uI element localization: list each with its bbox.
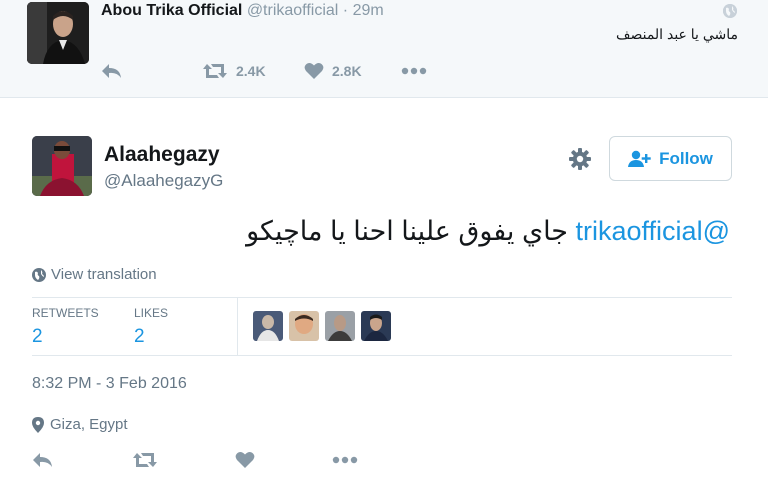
retweets-stat[interactable]: RETWEETS 2 xyxy=(32,306,99,348)
like-count: 2.8K xyxy=(332,63,362,79)
more-icon xyxy=(401,67,427,75)
more-button[interactable] xyxy=(401,60,427,82)
parent-tweet-text: ماشي يا عبد المنصف xyxy=(615,26,738,42)
view-translation-link[interactable]: View translation xyxy=(32,266,157,283)
author-handle[interactable]: @AlaahegazyG xyxy=(104,171,223,191)
retweets-value: 2 xyxy=(32,326,43,347)
liker-avatar[interactable] xyxy=(253,311,283,341)
liker-avatar[interactable] xyxy=(361,311,391,341)
retweet-button[interactable]: 2.4K xyxy=(202,60,266,82)
retweet-button[interactable] xyxy=(132,449,158,471)
like-button[interactable] xyxy=(235,449,255,471)
parent-author-handle[interactable]: @trikaofficial xyxy=(247,2,339,19)
gear-icon[interactable] xyxy=(568,147,592,171)
mention-link[interactable]: @trikaofficial xyxy=(576,216,730,246)
author-avatar[interactable] xyxy=(32,136,92,196)
author-name[interactable]: Alaahegazy xyxy=(104,143,220,167)
stats-divider-vertical xyxy=(237,297,238,355)
likes-stat[interactable]: LIKES 2 xyxy=(134,306,168,348)
view-translation-label: View translation xyxy=(51,266,157,283)
location-label: Giza, Egypt xyxy=(50,416,128,433)
reply-button[interactable] xyxy=(101,60,123,82)
parent-tweet-actions: 2.4K 2.8K xyxy=(101,60,481,82)
parent-tweet-time[interactable]: 29m xyxy=(353,2,384,19)
tweet-body: جاي يفوق علينا احنا يا ماچيكو xyxy=(246,216,568,246)
likers-avatars xyxy=(253,311,391,341)
like-button[interactable]: 2.8K xyxy=(304,60,362,82)
follow-button[interactable]: Follow xyxy=(609,136,732,181)
heart-icon xyxy=(235,452,255,468)
retweet-count: 2.4K xyxy=(236,63,266,79)
tweet-actions xyxy=(32,449,432,471)
retweet-icon xyxy=(203,64,227,78)
reply-icon xyxy=(33,453,52,467)
heart-icon xyxy=(304,63,324,79)
liker-avatar[interactable] xyxy=(325,311,355,341)
likes-value: 2 xyxy=(134,326,145,347)
reply-button[interactable] xyxy=(32,449,54,471)
parent-author-avatar[interactable] xyxy=(27,2,89,64)
stats-divider-bottom xyxy=(32,355,732,356)
follow-label: Follow xyxy=(659,148,713,168)
reply-icon xyxy=(102,64,121,78)
retweets-label: RETWEETS xyxy=(32,306,99,320)
globe-icon xyxy=(723,4,737,18)
more-icon xyxy=(332,456,358,464)
add-user-icon xyxy=(628,150,651,167)
parent-tweet[interactable]: Abou Trika Official @trikaofficial · 29m… xyxy=(0,0,768,98)
liker-avatar[interactable] xyxy=(289,311,319,341)
location-pin-icon xyxy=(32,416,44,433)
stats-divider-top xyxy=(32,297,732,298)
tweet-text: @trikaofficial جاي يفوق علينا احنا يا ما… xyxy=(246,216,730,247)
globe-icon xyxy=(32,267,46,282)
more-button[interactable] xyxy=(332,449,358,471)
parent-author-row: Abou Trika Official @trikaofficial · 29m xyxy=(101,2,384,20)
tweet-location[interactable]: Giza, Egypt xyxy=(32,416,128,433)
likes-label: LIKES xyxy=(134,306,169,320)
separator-dot: · xyxy=(342,2,349,19)
tweet-timestamp[interactable]: 8:32 PM - 3 Feb 2016 xyxy=(32,375,187,393)
parent-author-name[interactable]: Abou Trika Official xyxy=(101,2,242,19)
retweet-icon xyxy=(133,453,157,467)
